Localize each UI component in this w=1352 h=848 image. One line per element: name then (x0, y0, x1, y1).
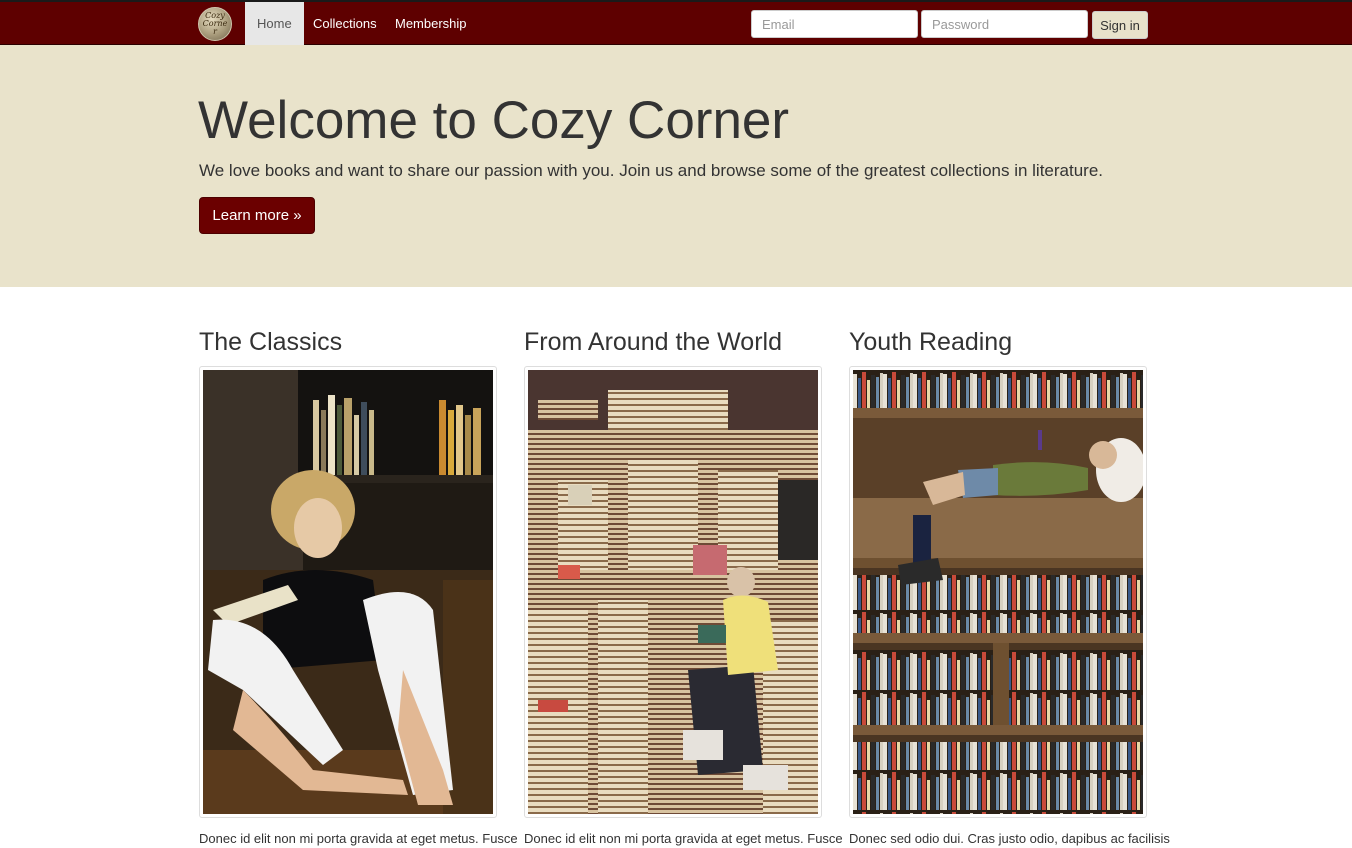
collection-title: The Classics (199, 328, 343, 356)
nav-link-collections[interactable]: Collections (301, 2, 389, 45)
man-among-book-stacks-photo (528, 370, 818, 814)
learn-more-button[interactable]: Learn more » (199, 197, 315, 234)
collection-description: Donec sed odio dui. Cras justo odio, dap… (849, 831, 1170, 846)
collection-card-classics: The Classics Donec id elit non mi porta … (199, 322, 518, 846)
collection-description: Donec id elit non mi porta gravida at eg… (524, 831, 843, 846)
collection-card-world: From Around the World Donec id elit non … (524, 322, 843, 846)
sign-in-button[interactable]: Sign in (1092, 11, 1148, 39)
collection-thumbnail[interactable] (849, 366, 1147, 818)
password-input[interactable] (921, 10, 1088, 38)
nav-link-membership[interactable]: Membership (383, 2, 479, 45)
collection-title: From Around the World (524, 328, 782, 356)
collection-thumbnail[interactable] (199, 366, 497, 818)
email-input[interactable] (751, 10, 918, 38)
nav-link-home[interactable]: Home (245, 2, 304, 45)
navbar: Cozy Corner Home Collections Membership … (0, 0, 1352, 45)
collection-description: Donec id elit non mi porta gravida at eg… (199, 831, 518, 846)
hero-subtitle: We love books and want to share our pass… (199, 161, 1104, 180)
collection-title: Youth Reading (849, 328, 1013, 356)
cozy-corner-logo[interactable]: Cozy Corner (198, 7, 232, 41)
woman-reading-photo (203, 370, 493, 814)
collection-card-youth: Youth Reading Donec sed odio dui. Cras j… (849, 322, 1170, 846)
hero-title: Welcome to Cozy Corner (198, 91, 790, 150)
collection-thumbnail[interactable] (524, 366, 822, 818)
logo-text: Cozy Corner (202, 11, 228, 36)
hero-section: Welcome to Cozy Corner We love books and… (0, 45, 1352, 287)
child-on-bookshelf-photo (853, 370, 1143, 814)
